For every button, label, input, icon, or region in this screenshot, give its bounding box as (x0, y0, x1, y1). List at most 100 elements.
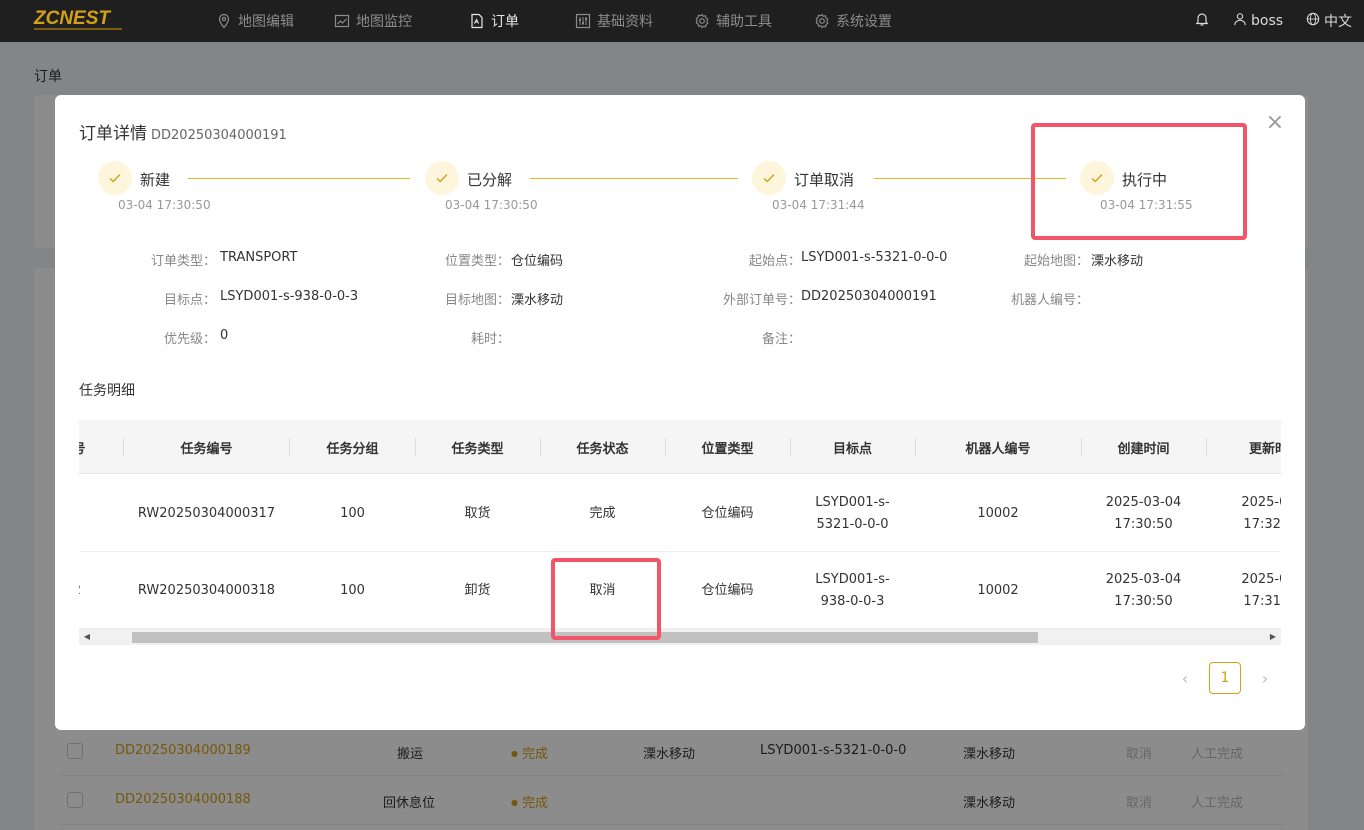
robot-no-label: 机器人编号： (1010, 293, 1089, 308)
step-time: 03-04 17:30:50 (445, 198, 538, 212)
nav-map-monitor[interactable]: 地图监控 (334, 0, 412, 42)
username: boss (1251, 13, 1284, 29)
horizontal-scrollbar[interactable]: ◀ ▶ (79, 629, 1281, 645)
table-row[interactable]: 2 RW20250304000318 100 卸货 取消 仓位编码 LSYD00… (79, 552, 1281, 629)
step-label: 新建 (140, 171, 171, 189)
step-label: 订单取消 (794, 171, 855, 189)
monitor-chart-icon (334, 13, 350, 29)
nav-tools[interactable]: 辅助工具 (694, 0, 772, 42)
step-connector (530, 178, 738, 179)
robot-no-cell: 10002 (977, 582, 1019, 598)
updated-time-cell: 2025-03 17:31:5 (1241, 571, 1281, 609)
external-order-no-value: DD20250304000191 (801, 289, 937, 304)
col-header: 号 (79, 420, 99, 474)
logo-underline (34, 28, 122, 30)
location-type-label: 位置类型： (444, 254, 510, 269)
cell: 2 (79, 552, 81, 629)
priority-label: 优先级： (163, 332, 216, 347)
notification-bell[interactable] (1194, 0, 1210, 42)
created-time-cell: 2025-03-04 17:30:50 (1105, 494, 1182, 532)
table-header: 号 任务编号 任务分组 任务类型 任务状态 位置类型 目标点 机器人编号 创建时… (79, 420, 1281, 474)
task-group-cell: 100 (340, 505, 365, 521)
order-type-value: TRANSPORT (220, 250, 298, 265)
language-switch[interactable]: 中文 (1306, 0, 1352, 42)
prev-page-button[interactable]: ‹ (1169, 662, 1201, 694)
step-time: 03-04 17:31:44 (772, 198, 865, 212)
start-point-value: LSYD001-s-5321-0-0-0 (801, 250, 948, 265)
task-detail-title: 任务明细 (79, 383, 135, 399)
globe-icon (1306, 12, 1320, 30)
highlight-box-cancel-status (551, 558, 661, 640)
target-point-label: 目标点： (163, 293, 216, 308)
scroll-right-icon[interactable]: ▶ (1267, 631, 1279, 643)
highlight-box-executing-step (1031, 123, 1247, 240)
external-order-no-label: 外部订单号： (722, 293, 801, 308)
gear-icon (694, 13, 710, 29)
col-header: 任务状态 (576, 441, 629, 457)
check-icon (752, 161, 786, 195)
location-type-cell: 仓位编码 (701, 582, 754, 598)
user-menu[interactable]: boss (1233, 0, 1283, 42)
col-header: 任务编号 (180, 441, 233, 457)
cell (79, 475, 99, 552)
scroll-left-icon[interactable]: ◀ (81, 631, 93, 643)
col-header: 创建时间 (1117, 441, 1170, 457)
nav-label: 基础资料 (597, 14, 653, 30)
document-icon (469, 13, 485, 29)
target-point-value: LSYD001-s-938-0-0-3 (220, 289, 359, 304)
bell-icon (1194, 11, 1210, 31)
target-map-value: 溧水移动 (511, 293, 564, 308)
step-label: 已分解 (467, 171, 513, 189)
language-label: 中文 (1324, 14, 1352, 30)
created-time-cell: 2025-03-04 17:30:50 (1105, 571, 1182, 609)
remark-label: 备注： (761, 332, 801, 347)
nav-settings[interactable]: 系统设置 (814, 0, 892, 42)
start-map-value: 溧水移动 (1091, 254, 1144, 269)
sliders-icon (575, 13, 591, 29)
gear-icon (814, 13, 830, 29)
robot-no-cell: 10002 (977, 505, 1019, 521)
target-point-cell: LSYD001-s- 938-0-0-3 (815, 571, 890, 609)
table-row[interactable]: RW20250304000317 100 取货 完成 仓位编码 LSYD001-… (79, 475, 1281, 552)
task-type-cell: 取货 (464, 505, 491, 521)
modal-title-text: 订单详情 (79, 124, 147, 144)
step-connector (188, 178, 410, 179)
task-number-cell: RW20250304000317 (137, 505, 276, 521)
nav-label: 地图监控 (356, 14, 412, 30)
nav-basic-data[interactable]: 基础资料 (575, 0, 653, 42)
nav-label: 地图编辑 (238, 14, 294, 30)
task-status-cell: 完成 (589, 505, 616, 521)
nav-label: 系统设置 (836, 14, 892, 30)
task-group-cell: 100 (340, 582, 365, 598)
order-number: DD20250304000191 (151, 128, 287, 143)
step-time: 03-04 17:30:50 (118, 198, 211, 212)
top-navbar: ZCNEST 地图编辑 地图监控 订单 基础资料 辅助工具 系统设置 boss … (0, 0, 1364, 42)
priority-value: 0 (220, 328, 229, 343)
close-icon[interactable]: × (1265, 112, 1285, 134)
task-table: 号 任务编号 任务分组 任务类型 任务状态 位置类型 目标点 机器人编号 创建时… (79, 420, 1281, 645)
target-point-cell: LSYD001-s- 5321-0-0-0 (815, 494, 890, 532)
duration-label: 耗时： (470, 332, 510, 347)
location-type-cell: 仓位编码 (701, 505, 754, 521)
check-icon (98, 161, 132, 195)
check-icon (425, 161, 459, 195)
target-map-label: 目标地图： (444, 293, 510, 308)
col-header: 任务类型 (451, 441, 504, 457)
next-page-button[interactable]: › (1249, 662, 1281, 694)
nav-orders[interactable]: 订单 (469, 0, 519, 42)
page-1-button[interactable]: 1 (1209, 662, 1241, 694)
map-pin-icon (216, 13, 232, 29)
start-map-label: 起始地图： (1023, 254, 1089, 269)
nav-label: 订单 (491, 14, 519, 30)
col-header: 机器人编号 (965, 441, 1031, 457)
brand-logo[interactable]: ZCNEST (34, 8, 110, 30)
task-number-cell: RW20250304000318 (137, 582, 276, 598)
nav-map-edit[interactable]: 地图编辑 (216, 0, 294, 42)
order-type-label: 订单类型： (150, 254, 216, 269)
updated-time-cell: 2025-03 17:32:3 (1241, 494, 1281, 532)
user-icon (1233, 12, 1247, 30)
nav-label: 辅助工具 (716, 14, 772, 30)
col-header: 更新时 (1248, 441, 1281, 457)
location-type-value: 仓位编码 (511, 254, 564, 269)
col-header: 位置类型 (701, 441, 754, 457)
